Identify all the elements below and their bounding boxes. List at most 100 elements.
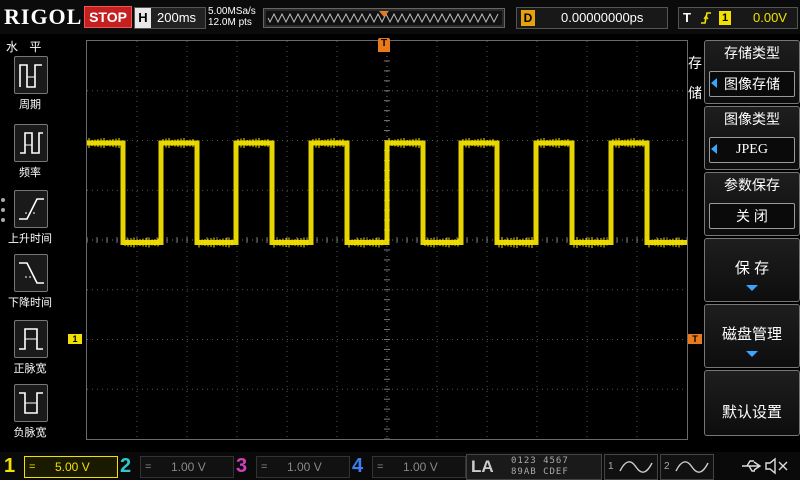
logic-analyzer-status[interactable]: LA 0123 4567 89AB CDEF <box>466 454 602 480</box>
positive-width-icon <box>14 320 48 358</box>
storage-tab-label-2: 储 <box>688 85 702 101</box>
period-icon <box>14 56 48 94</box>
trigger-level-marker[interactable]: T <box>688 334 702 344</box>
status-bar: RIGOL STOP H 200ms 5.00MSa/s 12.0M pts D… <box>0 0 800 34</box>
trigger-position-marker[interactable]: T <box>378 38 390 52</box>
ch3-number: 3 <box>236 455 248 477</box>
memory-depth: 12.0M pts <box>208 17 252 28</box>
measure-frequency[interactable]: 频率 <box>4 124 56 186</box>
menu-down-arrow-icon <box>746 285 758 291</box>
trigger-source: 1 <box>719 11 731 25</box>
menu-left-arrow-icon <box>711 78 717 88</box>
ch1-waveform <box>87 140 687 245</box>
rise-time-icon <box>14 190 48 228</box>
ch2-number: 2 <box>120 455 132 477</box>
delay-indicator[interactable]: D 0.00000000ps <box>516 7 668 29</box>
storage-type-title: 存储类型 <box>724 45 780 61</box>
save-label: 保 存 <box>734 260 770 277</box>
ch4-scale: 1.00 V <box>403 460 438 474</box>
ch1-number: 1 <box>4 455 16 477</box>
la-label: LA <box>471 457 494 476</box>
timebase-indicator[interactable]: H 200ms <box>134 7 206 29</box>
ch2-coupling: = <box>145 461 152 473</box>
trigger-level: 0.00V <box>753 10 787 25</box>
fall-time-icon <box>14 254 48 292</box>
storage-type-value-text: 图像存储 <box>724 76 780 92</box>
delay-value: 0.00000000ps <box>561 10 644 25</box>
rigol-logo: RIGOL <box>4 4 83 29</box>
speaker-muted-icon[interactable] <box>764 457 790 475</box>
sine-wave-icon <box>675 461 709 473</box>
timebase-key: H <box>135 8 151 28</box>
param-save-button[interactable]: 参数保存 关 闭 <box>704 172 800 236</box>
ch3-coupling: = <box>261 461 268 473</box>
menu-left-arrow-icon <box>711 144 717 154</box>
measure-fall-time-label: 下降时间 <box>8 297 52 309</box>
image-type-button[interactable]: 图像类型 JPEG <box>704 106 800 170</box>
ch1-offset-marker[interactable]: 1 <box>68 334 82 344</box>
ch2-settings: = 1.00 V <box>140 456 234 478</box>
sine-wave-icon <box>619 461 653 473</box>
ch4-settings: = 1.00 V <box>372 456 466 478</box>
rising-edge-icon <box>701 12 711 24</box>
ch2-scale: 1.00 V <box>171 460 206 474</box>
acquisition-info: 5.00MSa/s 12.0M pts <box>208 6 256 28</box>
storage-type-value: 图像存储 <box>709 71 795 97</box>
ch1-status[interactable]: 1 = 5.00 V <box>4 454 118 478</box>
waveform-display[interactable] <box>86 40 688 440</box>
ch3-scale: 1.00 V <box>287 460 322 474</box>
negative-width-icon <box>14 384 48 422</box>
menu-down-arrow-icon <box>746 351 758 357</box>
la-channels-bottom: 89AB CDEF <box>511 467 569 477</box>
storage-menu-tab: 存 储 <box>688 48 704 108</box>
left-scroll-indicator <box>1 198 5 222</box>
param-save-title: 参数保存 <box>724 177 780 193</box>
measure-period[interactable]: 周期 <box>4 56 56 118</box>
memory-waveform-preview <box>264 9 504 27</box>
param-save-value: 关 闭 <box>709 203 795 229</box>
trigger-indicator[interactable]: T 1 0.00V <box>678 7 798 29</box>
storage-type-button[interactable]: 存储类型 图像存储 <box>704 40 800 104</box>
delay-key: D <box>521 10 535 26</box>
memory-overview-bar[interactable] <box>263 8 505 28</box>
generator-1-number: 1 <box>608 461 614 472</box>
trigger-key: T <box>683 10 691 25</box>
measure-panel: 水 平 周期 频率 上升时间 下降时间 正脉宽 负脉宽 <box>0 36 58 442</box>
image-type-title: 图像类型 <box>724 111 780 127</box>
ch2-status[interactable]: 2 = 1.00 V <box>120 454 234 478</box>
measure-rise-time-label: 上升时间 <box>8 233 52 245</box>
storage-tab-label-1: 存 <box>688 55 702 71</box>
ch1-coupling: = <box>29 461 36 473</box>
measure-rise-time[interactable]: 上升时间 <box>4 190 56 252</box>
disk-manage-button[interactable]: 磁盘管理 <box>704 304 800 368</box>
ch4-status[interactable]: 4 = 1.00 V <box>352 454 466 478</box>
measure-negative-width-label: 负脉宽 <box>13 427 47 439</box>
measure-category: 水 平 <box>6 40 46 54</box>
measure-positive-width-label: 正脉宽 <box>13 363 47 375</box>
disk-manage-label: 磁盘管理 <box>721 326 782 343</box>
measure-period-label: 周期 <box>19 99 41 111</box>
generator-2-number: 2 <box>664 461 670 472</box>
save-button[interactable]: 保 存 <box>704 238 800 302</box>
ch3-status[interactable]: 3 = 1.00 V <box>236 454 350 478</box>
image-type-value: JPEG <box>709 137 795 163</box>
measure-positive-width[interactable]: 正脉宽 <box>4 320 56 382</box>
measure-negative-width[interactable]: 负脉宽 <box>4 384 56 446</box>
timebase-value: 200ms <box>157 10 197 25</box>
ch4-number: 4 <box>352 455 364 477</box>
generator-2-status[interactable]: 2 <box>660 454 714 480</box>
ch1-settings: = 5.00 V <box>24 456 118 478</box>
param-save-value-text: 关 闭 <box>736 208 768 224</box>
sample-rate: 5.00MSa/s <box>208 6 256 17</box>
ch1-scale: 5.00 V <box>55 460 90 474</box>
ch3-settings: = 1.00 V <box>256 456 350 478</box>
run-stop-indicator[interactable]: STOP <box>84 6 132 28</box>
measure-frequency-label: 频率 <box>19 167 41 179</box>
default-settings-label: 默认设置 <box>721 404 782 421</box>
generator-1-status[interactable]: 1 <box>604 454 658 480</box>
image-type-value-text: JPEG <box>736 142 768 157</box>
usb-icon <box>742 460 762 472</box>
default-settings-button[interactable]: 默认设置 <box>704 370 800 436</box>
ch4-coupling: = <box>377 461 384 473</box>
measure-fall-time[interactable]: 下降时间 <box>4 254 56 316</box>
